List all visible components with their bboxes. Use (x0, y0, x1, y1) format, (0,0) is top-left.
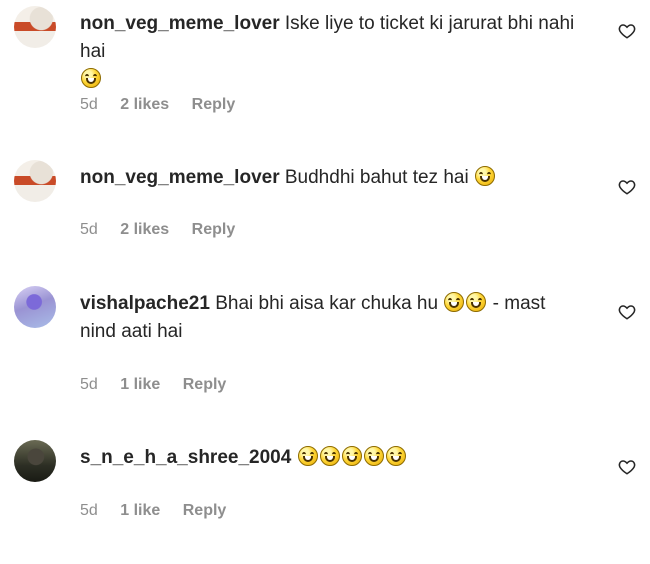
laughing-emoji-icon (363, 446, 384, 466)
comment-meta: 5d 1 like Reply (80, 502, 244, 520)
heart-outline-icon[interactable] (618, 22, 636, 40)
comment-likes[interactable]: 1 like (120, 502, 160, 519)
comment-username[interactable]: vishalpache21 (80, 293, 210, 314)
user-avatar-icon[interactable] (14, 286, 56, 328)
comment-age: 5d (80, 376, 98, 393)
comment-meta: 5d 1 like Reply (80, 376, 244, 394)
comment-age: 5d (80, 96, 98, 113)
reply-button[interactable]: Reply (183, 376, 227, 393)
comment-item: non_veg_meme_lover Budhdhi bahut tez hai… (0, 160, 650, 284)
reply-button[interactable]: Reply (192, 221, 236, 238)
comment-item: vishalpache21 Bhai bhi aisa kar chuka hu… (0, 286, 650, 410)
reply-button[interactable]: Reply (192, 96, 236, 113)
laughing-emoji-icon (341, 446, 362, 466)
comment-likes[interactable]: 2 likes (120, 96, 169, 113)
comment-likes[interactable]: 1 like (120, 376, 160, 393)
comment-age: 5d (80, 502, 98, 519)
user-avatar-icon[interactable] (14, 6, 56, 48)
laughing-emoji-icon (474, 166, 495, 186)
user-avatar-icon[interactable] (14, 440, 56, 482)
heart-outline-icon[interactable] (618, 178, 636, 196)
comment-meta: 5d 2 likes Reply (80, 96, 253, 114)
comment-username[interactable]: s_n_e_h_a_shree_2004 (80, 447, 291, 468)
comment-body: vishalpache21 Bhai bhi aisa kar chuka hu… (80, 290, 580, 346)
comment-username[interactable]: non_veg_meme_lover (80, 167, 280, 188)
reply-button[interactable]: Reply (183, 502, 227, 519)
laughing-emoji-icon (444, 292, 465, 312)
laughing-emoji-icon (81, 68, 101, 88)
laughing-emoji-icon (385, 446, 406, 466)
user-avatar-icon[interactable] (14, 160, 56, 202)
heart-outline-icon[interactable] (618, 458, 636, 476)
laughing-emoji-icon (319, 446, 340, 466)
comment-meta: 5d 2 likes Reply (80, 221, 253, 239)
comment-body: s_n_e_h_a_shree_2004 (80, 444, 590, 472)
comment-username[interactable]: non_veg_meme_lover (80, 13, 280, 34)
comment-item: non_veg_meme_lover Iske liye to ticket k… (0, 6, 650, 130)
laughing-emoji-icon (297, 446, 318, 466)
comment-age: 5d (80, 221, 98, 238)
heart-outline-icon[interactable] (618, 303, 636, 321)
comment-text: Budhdhi bahut tez hai (284, 167, 469, 188)
comment-text: Bhai bhi aisa kar chuka hu (215, 293, 439, 314)
comment-item: s_n_e_h_a_shree_2004 5d 1 like Reply (0, 440, 650, 564)
comment-body: non_veg_meme_lover Budhdhi bahut tez hai (80, 164, 590, 192)
comment-likes[interactable]: 2 likes (120, 221, 169, 238)
laughing-emoji-icon (466, 292, 487, 312)
comment-body: non_veg_meme_lover Iske liye to ticket k… (80, 10, 590, 94)
